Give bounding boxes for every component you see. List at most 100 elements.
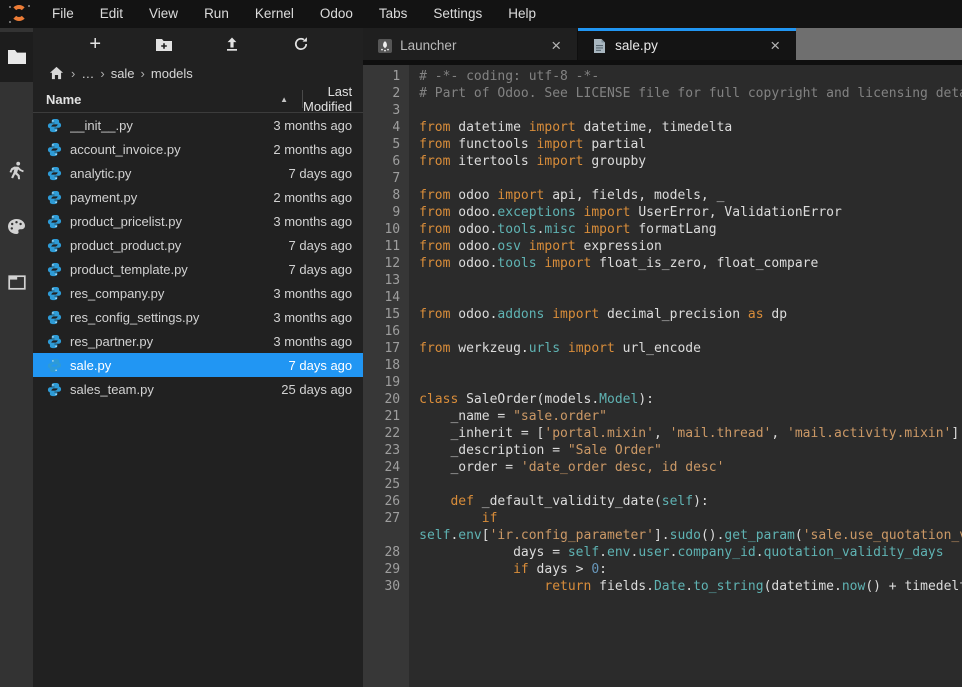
close-tab-icon[interactable]: × <box>764 37 786 54</box>
file-row[interactable]: payment.py2 months ago <box>33 185 363 209</box>
new-folder-button[interactable] <box>150 32 178 56</box>
code-line: 9from odoo.exceptions import UserError, … <box>363 204 962 221</box>
menu-help[interactable]: Help <box>495 0 549 28</box>
column-header-name[interactable]: Name ▲ <box>33 92 302 107</box>
refresh-button[interactable] <box>287 32 315 56</box>
python-file-icon <box>47 382 62 397</box>
code-text <box>409 323 962 340</box>
file-name: res_config_settings.py <box>70 310 273 325</box>
code-text: from odoo.osv import expression <box>409 238 962 255</box>
code-line: 24 _order = 'date_order desc, id desc' <box>363 459 962 476</box>
code-line: 16 <box>363 323 962 340</box>
code-line: 6from itertools import groupby <box>363 153 962 170</box>
menu-odoo[interactable]: Odoo <box>307 0 366 28</box>
file-row[interactable]: res_partner.py3 months ago <box>33 329 363 353</box>
menu-edit[interactable]: Edit <box>87 0 136 28</box>
file-browser-panel: + ›…›sale›models Name ▲ Last Modified __… <box>33 28 363 687</box>
line-number: 29 <box>363 561 409 578</box>
code-text <box>409 272 962 289</box>
breadcrumb: ›…›sale›models <box>33 60 363 86</box>
upload-button[interactable] <box>218 32 246 56</box>
line-number: 30 <box>363 578 409 595</box>
file-row[interactable]: account_invoice.py2 months ago <box>33 137 363 161</box>
code-line: 3 <box>363 102 962 119</box>
file-row[interactable]: res_company.py3 months ago <box>33 281 363 305</box>
file-modified: 7 days ago <box>289 166 364 181</box>
file-name: product_pricelist.py <box>70 214 273 229</box>
line-number: 14 <box>363 289 409 306</box>
menu-file[interactable]: File <box>39 0 87 28</box>
code-text: from odoo.tools.misc import formatLang <box>409 221 962 238</box>
file-modified: 3 months ago <box>273 310 363 325</box>
home-icon[interactable] <box>47 61 65 85</box>
menu-settings[interactable]: Settings <box>420 0 495 28</box>
file-row[interactable]: __init__.py3 months ago <box>33 113 363 137</box>
code-line: 21 _name = "sale.order" <box>363 408 962 425</box>
file-modified: 3 months ago <box>273 214 363 229</box>
editor-area: Launcher×sale.py× 1# -*- coding: utf-8 -… <box>363 28 962 687</box>
code-text: if self.env['ir.config_parameter'].sudo(… <box>409 510 962 544</box>
line-number: 17 <box>363 340 409 357</box>
activity-tab-command-palette[interactable] <box>0 204 33 248</box>
file-row[interactable]: res_config_settings.py3 months ago <box>33 305 363 329</box>
column-header-modified[interactable]: Last Modified <box>303 84 363 114</box>
code-text: if days > 0: <box>409 561 962 578</box>
breadcrumb-item[interactable]: models <box>151 66 193 81</box>
line-number: 26 <box>363 493 409 510</box>
tab-label: sale.py <box>615 38 764 53</box>
breadcrumb-separator: › <box>141 66 145 81</box>
file-row[interactable]: product_template.py7 days ago <box>33 257 363 281</box>
activity-tab-file-browser[interactable] <box>0 32 33 82</box>
code-text: return fields.Date.to_string(datetime.no… <box>409 578 962 595</box>
file-row[interactable]: analytic.py7 days ago <box>33 161 363 185</box>
tab-launcher[interactable]: Launcher× <box>363 28 578 60</box>
file-modified: 2 months ago <box>273 190 363 205</box>
line-number: 25 <box>363 476 409 493</box>
file-name: product_template.py <box>70 262 289 277</box>
menu-view[interactable]: View <box>136 0 191 28</box>
line-number: 9 <box>363 204 409 221</box>
launcher-icon <box>377 38 393 54</box>
menu-kernel[interactable]: Kernel <box>242 0 307 28</box>
running-icon <box>8 161 25 180</box>
python-file-icon <box>47 358 62 373</box>
breadcrumb-item[interactable]: … <box>81 66 94 81</box>
code-text: from odoo import api, fields, models, _ <box>409 187 962 204</box>
activity-tab-running-sessions[interactable] <box>0 148 33 192</box>
file-modified: 7 days ago <box>289 358 364 373</box>
code-text: # -*- coding: utf-8 -*- <box>409 68 962 85</box>
file-row[interactable]: sale.py7 days ago <box>33 353 363 377</box>
refresh-icon <box>293 36 309 52</box>
new-launcher-button[interactable]: + <box>81 32 109 56</box>
python-file-icon <box>47 190 62 205</box>
python-file-icon <box>47 118 62 133</box>
code-text: _order = 'date_order desc, id desc' <box>409 459 962 476</box>
code-editor[interactable]: 1# -*- coding: utf-8 -*-2# Part of Odoo.… <box>363 65 962 687</box>
menu-run[interactable]: Run <box>191 0 242 28</box>
file-row[interactable]: sales_team.py25 days ago <box>33 377 363 401</box>
line-number: 2 <box>363 85 409 102</box>
line-number: 5 <box>363 136 409 153</box>
file-modified: 3 months ago <box>273 334 363 349</box>
close-tab-icon[interactable]: × <box>545 37 567 54</box>
code-line: 20class SaleOrder(models.Model): <box>363 391 962 408</box>
tab-sale-py[interactable]: sale.py× <box>578 28 796 60</box>
code-text: from odoo.addons import decimal_precisio… <box>409 306 962 323</box>
tab-label: Launcher <box>400 38 545 53</box>
code-text <box>409 289 962 306</box>
breadcrumb-item[interactable]: sale <box>111 66 135 81</box>
code-line: 28 days = self.env.user.company_id.quota… <box>363 544 962 561</box>
line-number: 27 <box>363 510 409 544</box>
line-number: 15 <box>363 306 409 323</box>
code-text: class SaleOrder(models.Model): <box>409 391 962 408</box>
menu-tabs[interactable]: Tabs <box>366 0 421 28</box>
palette-icon <box>7 218 26 235</box>
file-row[interactable]: product_pricelist.py3 months ago <box>33 209 363 233</box>
file-name: account_invoice.py <box>70 142 273 157</box>
activity-tab-open-tabs[interactable] <box>0 260 33 304</box>
line-number: 22 <box>363 425 409 442</box>
line-number: 18 <box>363 357 409 374</box>
code-line: 18 <box>363 357 962 374</box>
file-row[interactable]: product_product.py7 days ago <box>33 233 363 257</box>
file-name: sales_team.py <box>70 382 281 397</box>
